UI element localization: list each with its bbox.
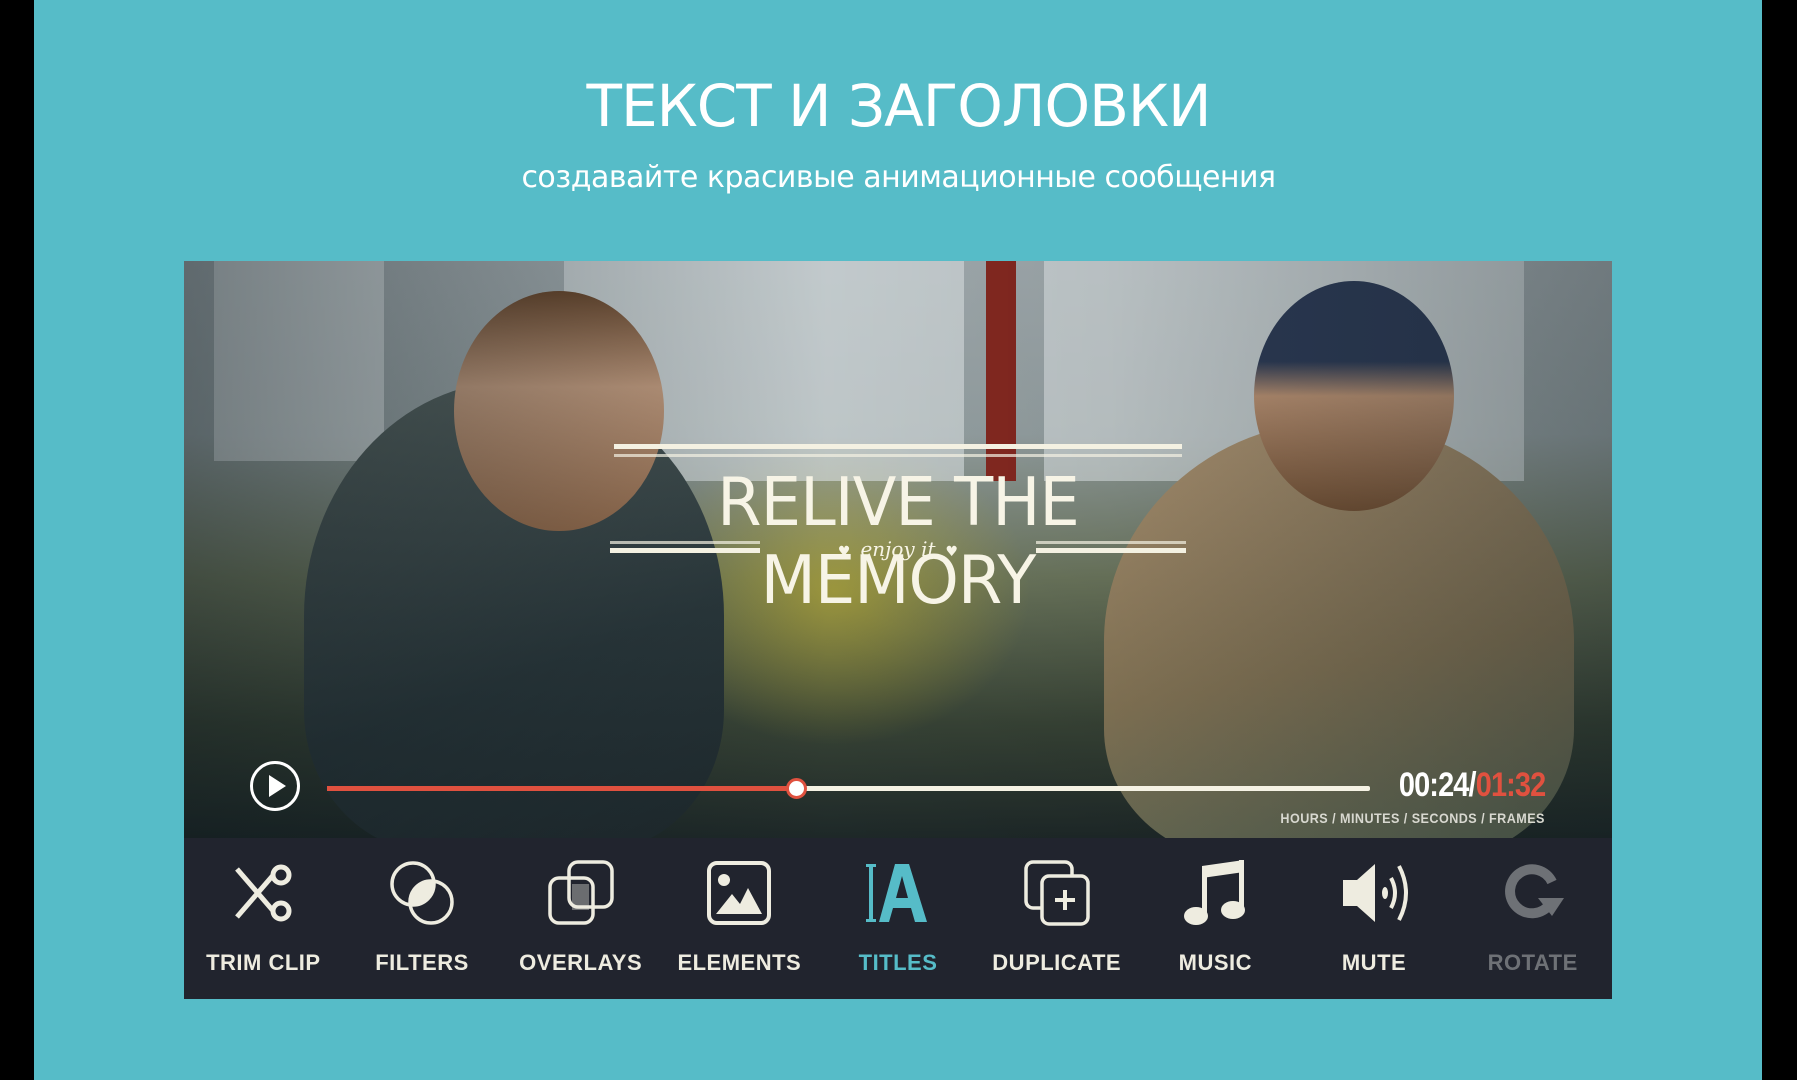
- play-icon: [269, 775, 286, 797]
- tool-duplicate[interactable]: DUPLICATE: [977, 838, 1136, 999]
- play-button[interactable]: [250, 761, 300, 811]
- video-preview[interactable]: RELIVE THE MEMORY ♥ enjoy it ♥ 00:24/01:32…: [184, 261, 1612, 838]
- image-icon: [704, 858, 774, 928]
- timeline-progress: [327, 786, 797, 791]
- time-readout: 00:24/01:32: [1398, 766, 1545, 805]
- duplicate-icon: [1022, 858, 1092, 928]
- tool-label: ROTATE: [1487, 950, 1578, 975]
- tool-music[interactable]: MUSIC: [1136, 838, 1295, 999]
- music-note-icon: [1180, 858, 1250, 928]
- title-rule-top: [614, 444, 1182, 449]
- tool-label: FILTERS: [375, 950, 469, 975]
- heart-icon: ♥: [837, 544, 851, 560]
- tool-trim-clip[interactable]: TRIM CLIP: [184, 838, 343, 999]
- heart-icon: ♥: [945, 544, 959, 560]
- tool-mute[interactable]: MUTE: [1295, 838, 1454, 999]
- title-rule-right: [1036, 548, 1186, 553]
- tool-overlays[interactable]: OVERLAYS: [501, 838, 660, 999]
- title-rule-right-thin: [1036, 541, 1186, 544]
- tool-rotate[interactable]: ROTATE: [1453, 838, 1612, 999]
- rotate-icon: [1498, 858, 1568, 928]
- tool-label: DUPLICATE: [992, 950, 1122, 975]
- total-duration: 01:32: [1475, 766, 1546, 804]
- tool-label: TRIM CLIP: [206, 950, 321, 975]
- current-time: 00:24: [1398, 766, 1469, 804]
- tool-label: MUTE: [1341, 950, 1407, 975]
- tool-titles[interactable]: TITLES: [819, 838, 978, 999]
- title-overlay[interactable]: RELIVE THE MEMORY ♥ enjoy it ♥: [610, 444, 1186, 620]
- promo-title: ТЕКСТ И ЗАГОЛОВКИ: [586, 72, 1212, 140]
- tool-label: ELEMENTS: [677, 950, 802, 975]
- tool-label: OVERLAYS: [519, 950, 643, 975]
- tool-filters[interactable]: FILTERS: [343, 838, 502, 999]
- time-format-label: HOURS / MINUTES / SECONDS / FRAMES: [1280, 810, 1545, 826]
- timeline-scrubber[interactable]: [327, 778, 1370, 799]
- subtitle-overlay-text: enjoy it: [860, 537, 936, 561]
- overlays-icon: [546, 858, 616, 928]
- app-screenshot: RELIVE THE MEMORY ♥ enjoy it ♥ 00:24/01:32…: [184, 261, 1612, 999]
- tool-label: MUSIC: [1178, 950, 1253, 975]
- scissors-icon: [228, 858, 298, 928]
- editing-toolbar: TRIM CLIP FILTERS OVERLAYS ELEMENTS TITL…: [184, 838, 1612, 999]
- text-titles-icon: [863, 858, 933, 928]
- tool-elements[interactable]: ELEMENTS: [660, 838, 819, 999]
- tool-label: TITLES: [858, 950, 938, 975]
- title-rule-top-thin: [614, 454, 1182, 457]
- filters-icon: [387, 858, 457, 928]
- promo-subtitle: создавайте красивые анимационные сообщен…: [521, 160, 1276, 195]
- time-separator: /: [1468, 766, 1476, 804]
- speaker-icon: [1339, 858, 1409, 928]
